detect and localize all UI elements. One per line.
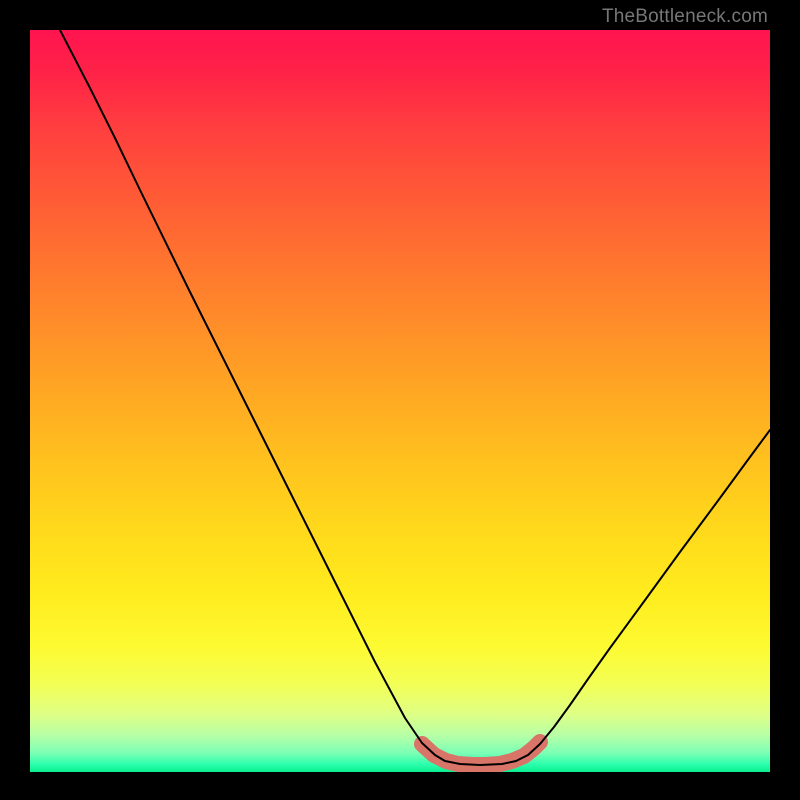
- chart-container: TheBottleneck.com: [0, 0, 800, 800]
- plot-background: [30, 30, 770, 772]
- watermark-text: TheBottleneck.com: [602, 6, 768, 28]
